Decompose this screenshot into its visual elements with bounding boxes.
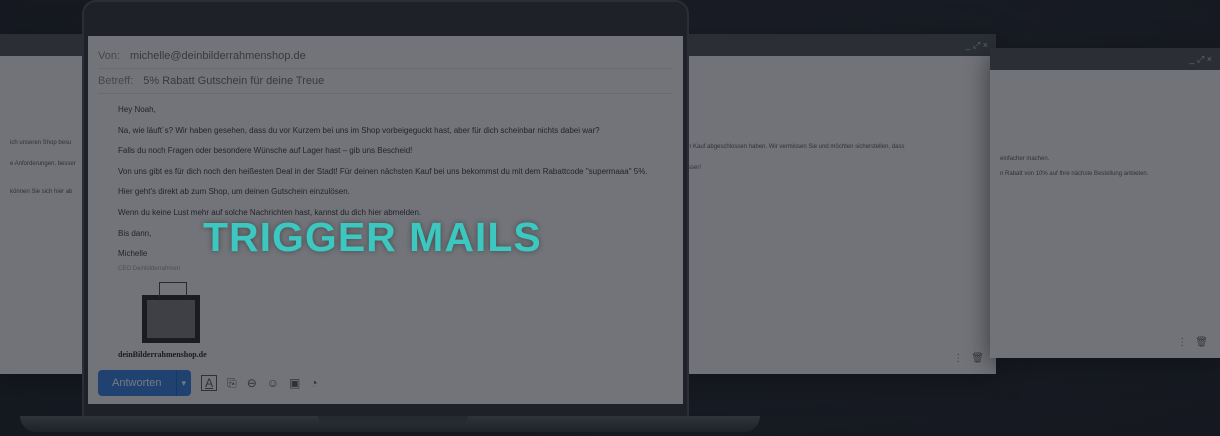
- picture-frame-logo: [142, 295, 200, 344]
- laptop-notch: [318, 416, 468, 422]
- email-window-right: _ ⤢ × n Kauf abgeschlossen haben. Wir ve…: [660, 34, 996, 374]
- more-icon[interactable]: ⋮: [1177, 337, 1187, 348]
- brand-logo: deinBilderrahmenshop.de: [118, 350, 207, 360]
- confidential-icon[interactable]: ◔: [310, 376, 317, 390]
- body-paragraph: Hier geht's direkt ab zum Shop, um deine…: [118, 187, 350, 197]
- preview-line: n Kauf abgeschlossen haben. Wir vermisse…: [688, 144, 905, 150]
- text-format-icon[interactable]: A: [201, 375, 218, 391]
- greeting: Hey Noah,: [118, 105, 156, 114]
- body-paragraph: Falls du noch Fragen oder besondere Wüns…: [118, 146, 413, 156]
- window-titlebar: _ ⤢ ×: [660, 34, 996, 56]
- more-icon[interactable]: ⋮: [953, 353, 963, 364]
- subject-field[interactable]: Betreff: 5% Rabatt Gutschein für deine Tr…: [98, 69, 673, 94]
- from-field[interactable]: Von: michelle@deinbilderrahmenshop.de: [98, 44, 673, 69]
- headline: TRIGGER MAILS: [203, 214, 542, 260]
- reply-options-caret-icon[interactable]: ▾: [175, 370, 192, 396]
- compose-toolbar: Antworten ▾ A ⎘ ⊖ ☺ ▣ ◔: [98, 370, 318, 396]
- link-icon[interactable]: ⊖: [247, 376, 257, 390]
- attachment-icon[interactable]: ⎘: [227, 376, 237, 391]
- trash-icon[interactable]: 🗑: [971, 353, 984, 364]
- window-titlebar: _ ⤢ ×: [990, 48, 1220, 70]
- window-controls[interactable]: _ ⤢ ×: [1190, 54, 1212, 65]
- window-controls[interactable]: _ ⤢ ×: [966, 40, 988, 51]
- body-paragraph: Na, wie läuft´s? Wir haben gesehen, dass…: [118, 125, 600, 135]
- reply-button[interactable]: Antworten: [98, 370, 176, 396]
- body-paragraph: Von uns gibt es für dich noch den heißes…: [118, 166, 648, 176]
- emoji-icon[interactable]: ☺: [267, 376, 279, 390]
- preview-line: einfacher machen.: [1000, 156, 1050, 162]
- laptop: Von: michelle@deinbilderrahmenshop.de Bet…: [82, 0, 689, 420]
- image-icon[interactable]: ▣: [289, 376, 300, 390]
- preview-line: sser!: [688, 165, 702, 172]
- signature-role: CEO Deinbilderrahmen: [118, 265, 181, 272]
- trash-icon[interactable]: 🗑: [1195, 337, 1208, 348]
- preview-line: n Rabatt von 10% auf Ihre nächste Bestel…: [1000, 171, 1149, 178]
- email-window-far-right: _ ⤢ × einfacher machen. n Rabatt von 10%…: [990, 48, 1220, 358]
- email-header: Von: michelle@deinbilderrahmenshop.de Bet…: [88, 36, 683, 94]
